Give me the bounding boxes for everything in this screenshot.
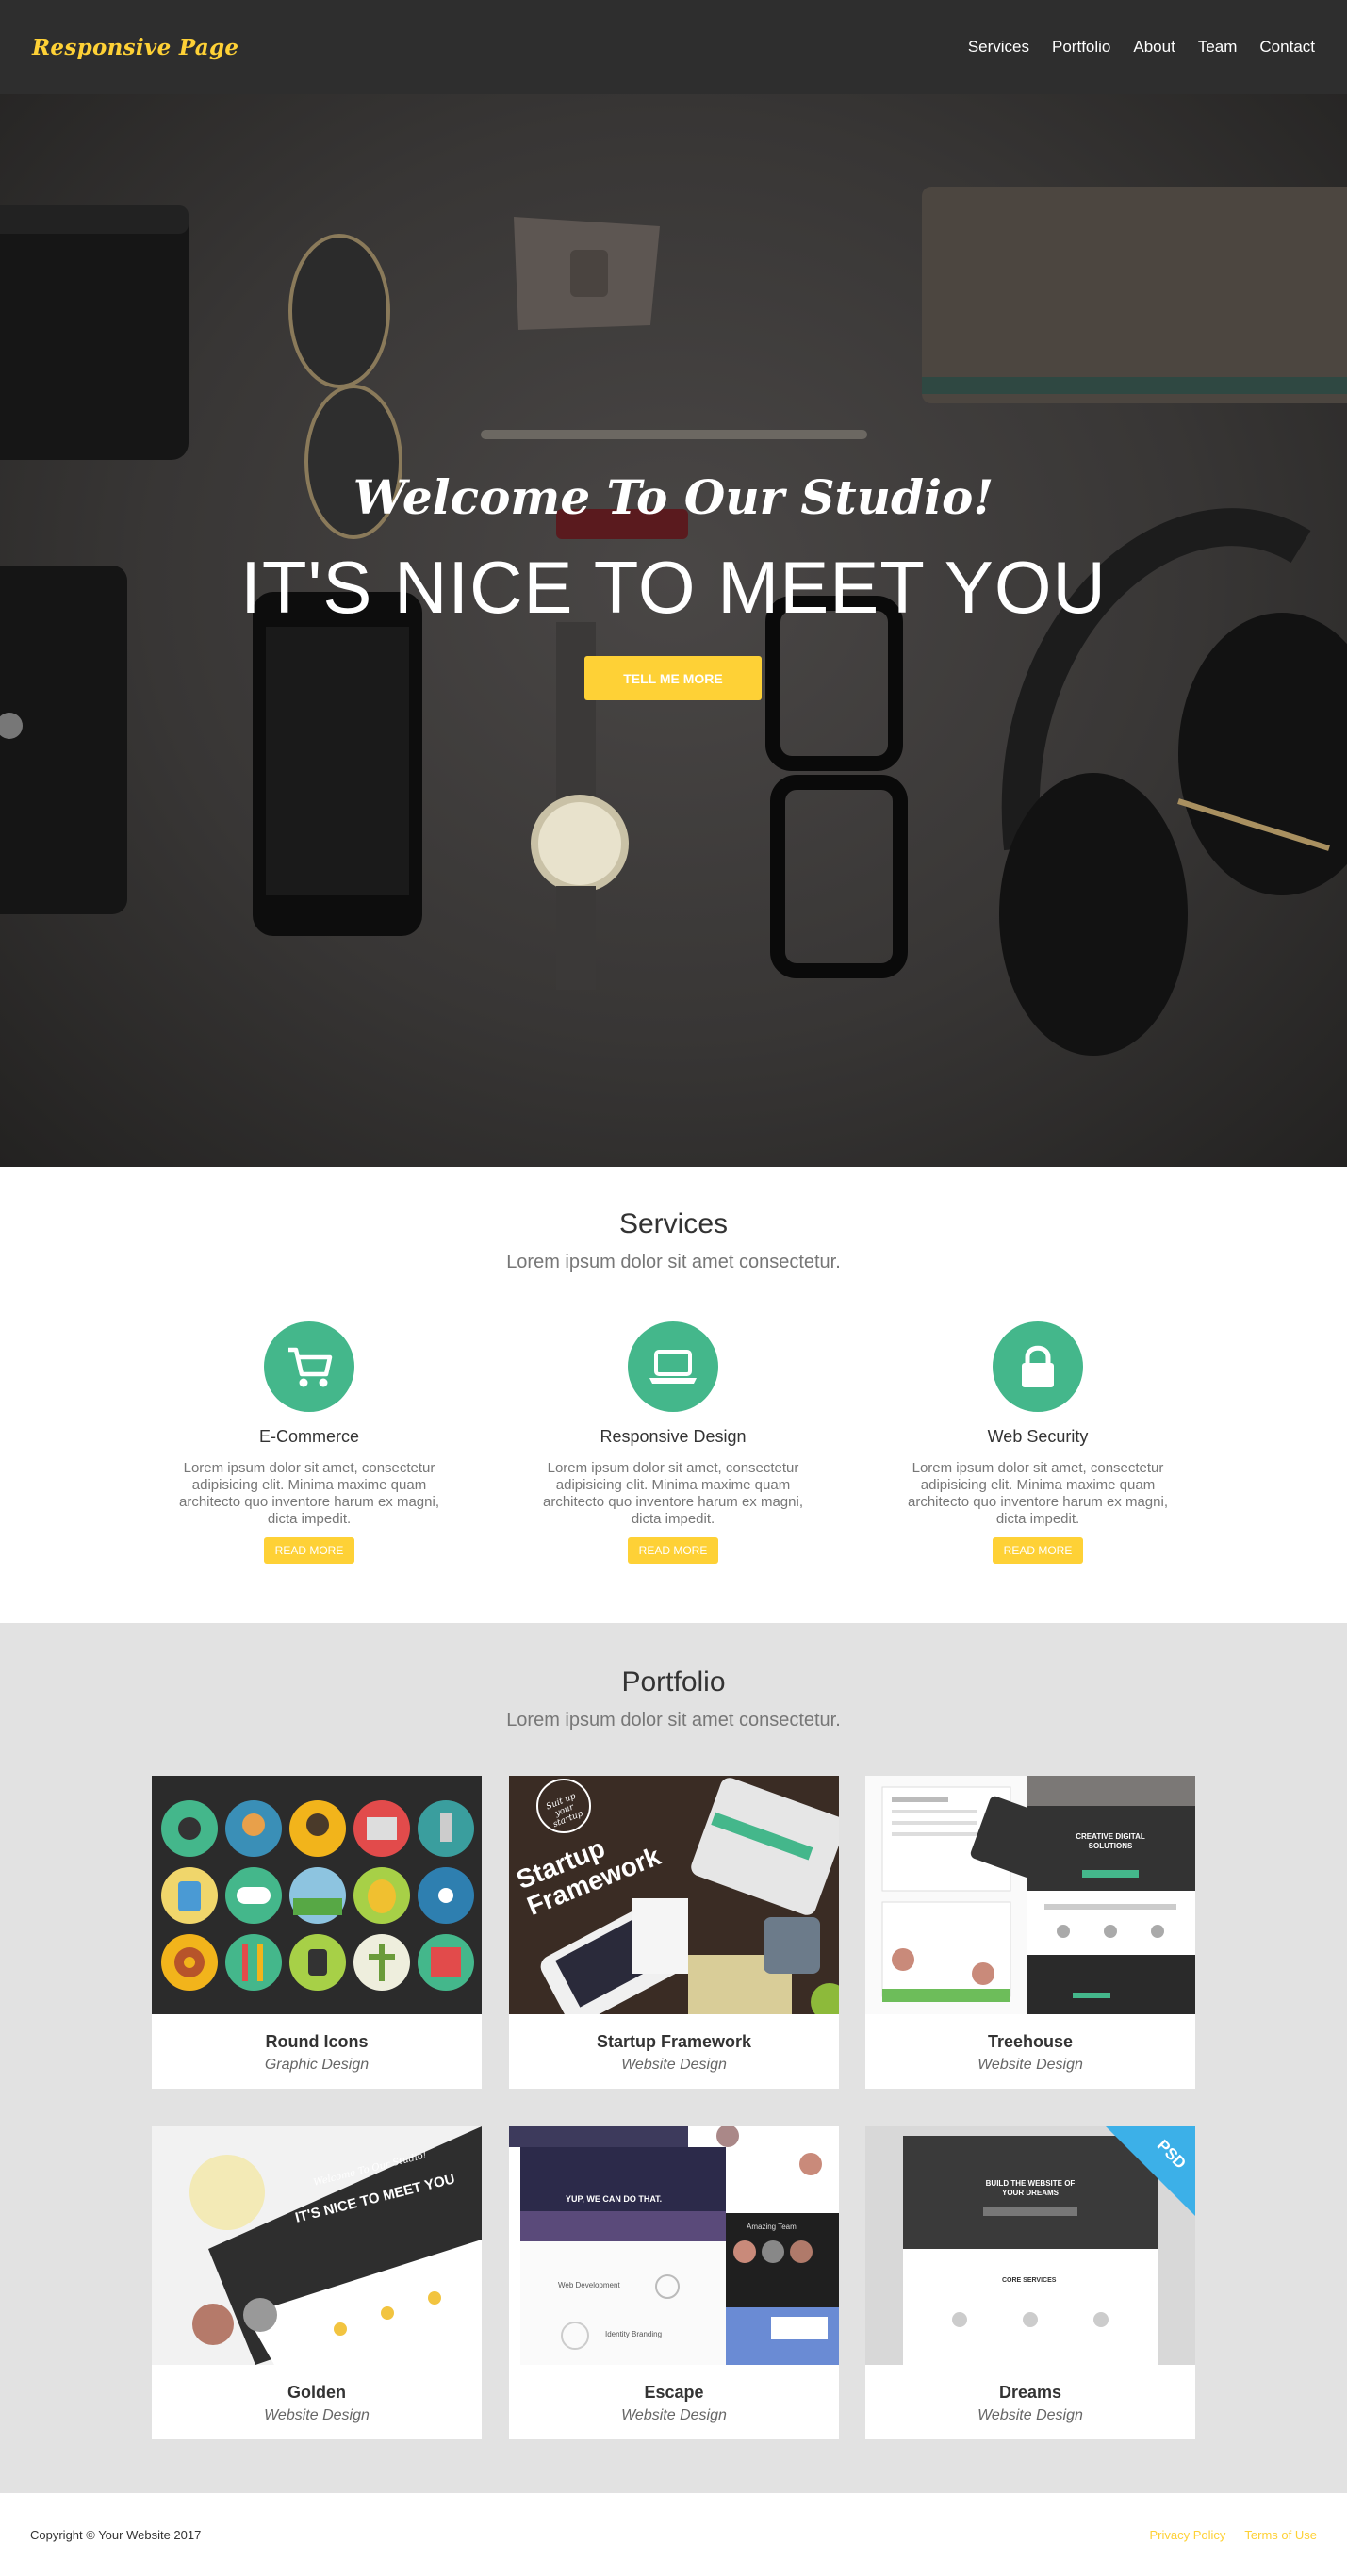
service-title: Web Security [987, 1427, 1089, 1446]
golden-preview-image [189, 2126, 482, 2365]
portfolio-item-title: Escape [644, 2383, 704, 2402]
service-description: Lorem ipsum dolor sit amet, consectetur … [543, 1460, 803, 1527]
brand-logo[interactable]: Responsive Page [32, 35, 238, 60]
portfolio-title: Portfolio [621, 1666, 726, 1698]
tell-me-more-button[interactable]: TELL ME MORE [584, 656, 762, 700]
portfolio-thumbnail[interactable]: Suit up your startup Startup Framework [509, 1776, 839, 2014]
footer: Copyright © Your Website 2017 Privacy Po… [0, 2493, 1347, 2576]
portfolio-item-title: Startup Framework [596, 2032, 752, 2051]
portfolio-thumbnail[interactable]: CREATIVE DIGITAL SOLUTIONS [865, 1776, 1195, 2014]
portfolio-caption: Treehouse Website Design [865, 2014, 1195, 2089]
service-ecommerce: E-Commerce Lorem ipsum dolor sit amet, c… [168, 1321, 451, 1564]
portfolio-thumbnail[interactable]: Welcome To Our Studio! IT'S NICE TO MEET… [152, 2126, 482, 2365]
laptop-icon [649, 1350, 697, 1384]
portfolio-item-category: Website Design [977, 2407, 1083, 2423]
footer-links: Privacy Policy Terms of Use [1150, 2528, 1318, 2542]
service-circle [993, 1321, 1083, 1412]
portfolio-item-golden[interactable]: Welcome To Our Studio! IT'S NICE TO MEET… [152, 2126, 482, 2439]
escape-brand-text: Identity Branding [605, 2330, 663, 2338]
portfolio-thumbnail[interactable] [152, 1776, 482, 2014]
portfolio-item-category: Website Design [621, 2407, 727, 2423]
read-more-button[interactable]: READ MORE [992, 1537, 1084, 1564]
service-title: E-Commerce [258, 1427, 359, 1446]
services-subtitle: Lorem ipsum dolor sit amet consectetur. [506, 1252, 841, 1272]
shopping-cart-icon [288, 1347, 333, 1387]
portfolio-item-title: Golden [287, 2383, 346, 2402]
hero-header: Welcome To Our Studio! IT'S NICE TO MEET… [0, 94, 1347, 1167]
round-icons-preview-image [161, 1800, 474, 1991]
treehouse-headline-text: CREATIVE DIGITAL SOLUTIONS [1076, 1832, 1145, 1850]
portfolio-caption: Golden Website Design [152, 2365, 482, 2439]
treehouse-preview-image [865, 1776, 1195, 2014]
service-responsive-design: Responsive Design Lorem ipsum dolor sit … [532, 1321, 814, 1564]
escape-dev-text: Web Development [558, 2281, 620, 2289]
portfolio-item-escape[interactable]: YUP, WE CAN DO THAT. Amazing Team Web De… [509, 2126, 839, 2439]
nav-item-services[interactable]: Services [968, 38, 1029, 57]
portfolio-caption: Dreams Website Design [865, 2365, 1195, 2439]
portfolio-caption: Round Icons Graphic Design [152, 2014, 482, 2089]
services-title: Services [618, 1208, 729, 1239]
portfolio-caption: Escape Website Design [509, 2365, 839, 2439]
terms-of-use-link[interactable]: Terms of Use [1244, 2528, 1317, 2542]
portfolio-caption: Startup Framework Website Design [509, 2014, 839, 2089]
portfolio-thumbnail[interactable]: BUILD THE WEBSITE OF YOUR DREAMS CORE SE… [865, 2126, 1195, 2365]
portfolio-item-category: Website Design [264, 2407, 370, 2423]
nav-menu: Services Portfolio About Team Contact [968, 38, 1315, 57]
dreams-headline-text: BUILD THE WEBSITE OF YOUR DREAMS [985, 2179, 1076, 2197]
nav-item-team[interactable]: Team [1198, 38, 1238, 57]
portfolio-subtitle: Lorem ipsum dolor sit amet consectetur. [506, 1710, 841, 1731]
dreams-services-text: CORE SERVICES [1002, 2277, 1057, 2284]
service-circle [628, 1321, 718, 1412]
portfolio-item-category: Website Design [621, 2057, 727, 2073]
lock-icon [1022, 1345, 1054, 1387]
portfolio-item-category: Website Design [977, 2057, 1083, 2073]
portfolio-item-startup-framework[interactable]: Suit up your startup Startup Framework S… [509, 1776, 839, 2089]
portfolio-item-title: Treehouse [987, 2032, 1074, 2051]
service-title: Responsive Design [600, 1427, 747, 1446]
service-description: Lorem ipsum dolor sit amet, consectetur … [908, 1460, 1168, 1527]
service-web-security: Web Security Lorem ipsum dolor sit amet,… [896, 1321, 1179, 1564]
top-navbar: Responsive Page Services Portfolio About… [0, 0, 1347, 94]
copyright-text: Copyright © Your Website 2017 [30, 2527, 202, 2542]
portfolio-item-treehouse[interactable]: CREATIVE DIGITAL SOLUTIONS Treehouse Web… [865, 1776, 1195, 2089]
service-description: Lorem ipsum dolor sit amet, consectetur … [179, 1460, 439, 1527]
read-more-button[interactable]: READ MORE [627, 1537, 719, 1564]
portfolio-item-dreams[interactable]: BUILD THE WEBSITE OF YOUR DREAMS CORE SE… [865, 2126, 1195, 2439]
portfolio-thumbnail[interactable]: YUP, WE CAN DO THAT. Amazing Team Web De… [509, 2126, 839, 2365]
nav-item-portfolio[interactable]: Portfolio [1052, 38, 1110, 57]
portfolio-item-category: Graphic Design [264, 2057, 370, 2073]
read-more-button[interactable]: READ MORE [263, 1537, 355, 1564]
hero-subheading: Welcome To Our Studio! [353, 469, 994, 525]
service-circle [264, 1321, 354, 1412]
escape-team-text: Amazing Team [747, 2223, 797, 2231]
hero-heading: IT'S NICE TO MEET YOU [240, 546, 1107, 629]
portfolio-item-round-icons[interactable]: Round Icons Graphic Design [152, 1776, 482, 2089]
portfolio-item-title: Dreams [998, 2383, 1062, 2402]
dreams-preview-image [903, 2126, 1195, 2365]
privacy-policy-link[interactable]: Privacy Policy [1150, 2528, 1226, 2542]
hero-background-image [0, 187, 1347, 1056]
escape-preview-image [509, 2126, 839, 2365]
nav-item-contact[interactable]: Contact [1259, 38, 1315, 57]
portfolio-item-title: Round Icons [265, 2032, 369, 2051]
nav-item-about[interactable]: About [1133, 38, 1175, 57]
escape-headline-text: YUP, WE CAN DO THAT. [566, 2194, 663, 2204]
